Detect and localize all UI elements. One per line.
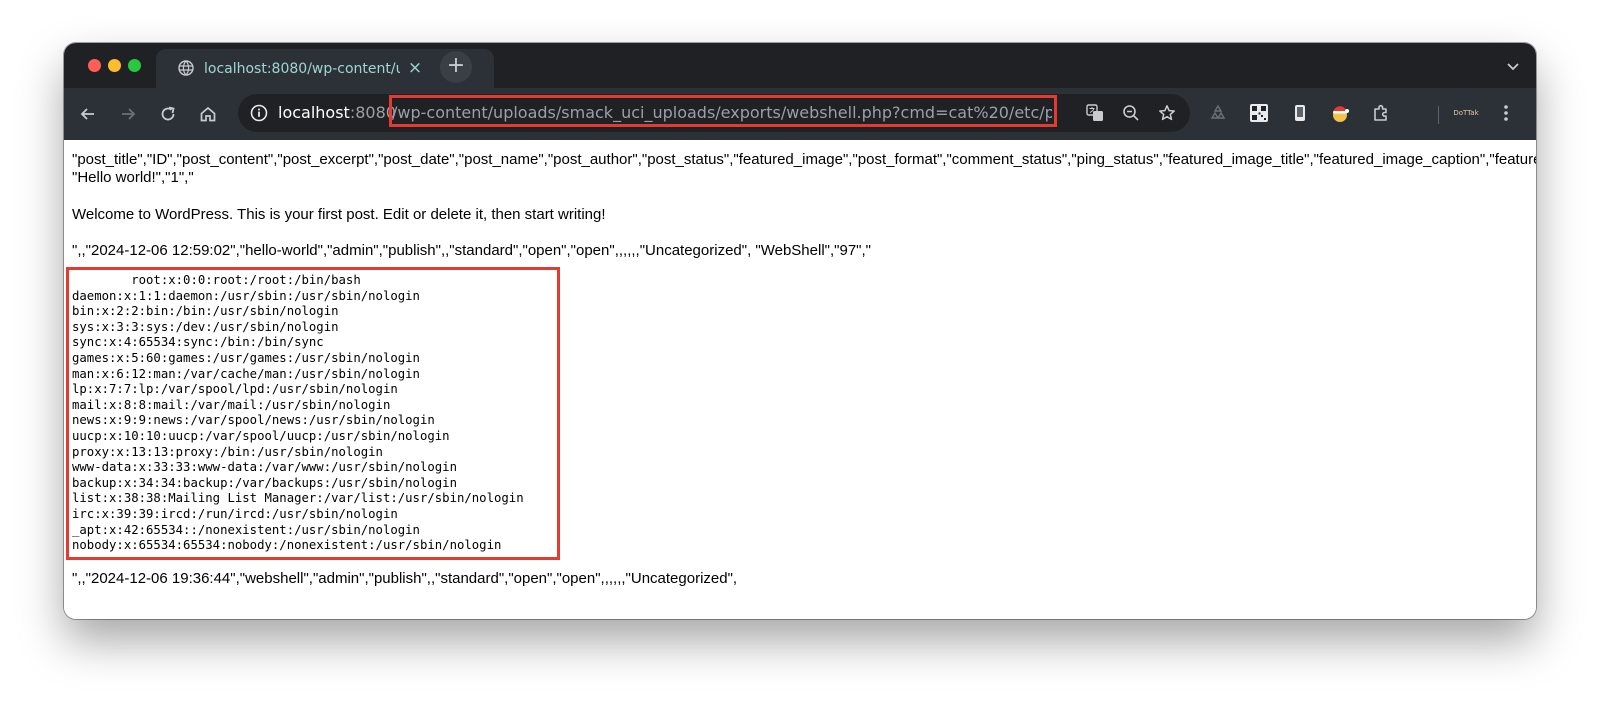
translate-icon[interactable]	[1086, 104, 1104, 122]
passwd-output: root:x:0:0:root:/root:/bin/bash daemon:x…	[72, 273, 524, 553]
csv-row-webshell: ",,"2024-12-06 19:36:44","webshell","adm…	[72, 570, 738, 587]
minimize-window-button[interactable]	[108, 59, 121, 72]
browser-window: localhost:8080/wp-content/uploads/smack_…	[64, 43, 1536, 619]
reload-icon[interactable]	[158, 104, 178, 124]
screenshot-stage: localhost:8080/wp-content/uploads/smack_…	[0, 0, 1600, 703]
arrow-left-icon[interactable]	[78, 104, 98, 124]
close-window-button[interactable]	[88, 59, 101, 72]
url-host-name: localhost	[278, 103, 350, 122]
new-tab-button[interactable]: +	[440, 51, 472, 83]
chevron-down-icon[interactable]	[1504, 57, 1522, 75]
welcome-paragraph: Welcome to WordPress. This is your first…	[72, 206, 606, 223]
star-icon[interactable]	[1158, 104, 1176, 122]
info-icon[interactable]	[250, 104, 268, 122]
page-content: "post_title","ID","post_content","post_e…	[64, 140, 1536, 619]
kebab-menu-icon[interactable]	[1496, 103, 1516, 123]
address-bar[interactable]: localhost:8080 /wp-content/uploads/smack…	[238, 94, 1190, 132]
recycle-icon[interactable]	[1208, 103, 1228, 123]
device-icon[interactable]	[1290, 103, 1310, 123]
profile-button[interactable]: DoTTak	[1452, 103, 1480, 123]
csv-row-meta: ",,"2024-12-06 12:59:02","hello-world","…	[72, 242, 871, 259]
zoom-out-icon[interactable]	[1122, 104, 1140, 122]
tab-close-button[interactable]: ×	[406, 59, 424, 77]
maximize-window-button[interactable]	[128, 59, 141, 72]
url-host: localhost:8080	[278, 103, 396, 123]
toolbar-divider	[1438, 106, 1439, 124]
tab-strip: localhost:8080/wp-content/uploads/smack_…	[64, 43, 1536, 88]
url-highlight-box	[389, 95, 1057, 127]
csv-header-line: "post_title","ID","post_content","post_e…	[72, 151, 1536, 168]
globe-icon	[178, 60, 194, 76]
browser-toolbar: localhost:8080 /wp-content/uploads/smack…	[64, 88, 1536, 140]
qr-code-icon[interactable]	[1249, 103, 1269, 123]
arrow-right-icon[interactable]	[118, 104, 138, 124]
santa-avatar-icon[interactable]	[1330, 103, 1350, 123]
puzzle-icon[interactable]	[1371, 103, 1391, 123]
tab-title: localhost:8080/wp-content/uploads/smack_…	[204, 61, 400, 77]
home-icon[interactable]	[198, 104, 218, 124]
csv-row-start: "Hello world!","1","	[72, 169, 194, 186]
